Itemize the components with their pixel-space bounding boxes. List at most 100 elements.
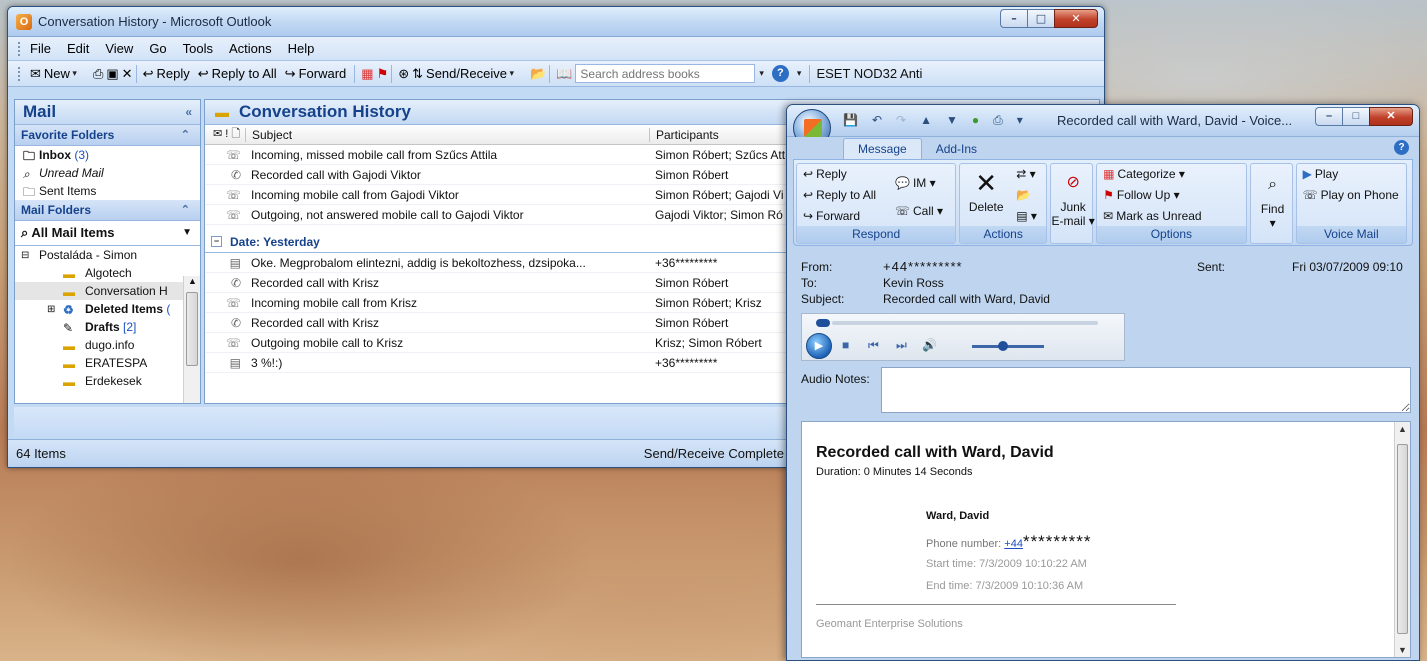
menu-file[interactable]: File (30, 41, 51, 56)
all-mail-items-selector[interactable]: ⌕ All Mail Items ▼ (15, 221, 200, 246)
reply-all-button[interactable]: ↩ Reply to All (198, 66, 277, 82)
menu-actions[interactable]: Actions (229, 41, 272, 56)
stop-icon[interactable]: ■ (842, 338, 849, 352)
expand-tree-icon[interactable]: ⊞ (47, 301, 55, 319)
ribbon-im-button[interactable]: 💬 IM ▾ (895, 176, 936, 190)
customize-qat-icon[interactable]: ▾ (1017, 113, 1023, 128)
collapse-tree-icon[interactable]: ⊟ (21, 247, 29, 265)
volume-icon[interactable]: 🔊 (922, 338, 937, 352)
delete-icon[interactable]: ✕ (122, 66, 133, 82)
other-actions-icon[interactable]: ▤ ▾ (1016, 209, 1037, 223)
reply-button[interactable]: ↩ Reply (143, 66, 190, 82)
ribbon-forward-button[interactable]: ↪ Forward (803, 209, 860, 223)
next-icon[interactable]: ⏭ (896, 338, 907, 353)
player-play-button[interactable]: ▶ (806, 333, 832, 359)
tree-folder-drafts[interactable]: ✎ Drafts [2] (15, 318, 200, 336)
menu-grip[interactable] (18, 41, 22, 56)
send-receive-button[interactable]: ⇅ Send/Receive ▾ (412, 66, 522, 82)
subject-column-header[interactable]: Subject (245, 127, 649, 142)
menu-help[interactable]: Help (288, 41, 315, 56)
mail-folders-header[interactable]: Mail Folders ⌃ (15, 200, 200, 221)
rules-icon[interactable]: ⊛ (398, 66, 409, 82)
close-button[interactable]: ✕ (1054, 9, 1098, 28)
nav-scroll-thumb[interactable] (186, 292, 198, 366)
tab-message[interactable]: Message (843, 138, 922, 159)
find-folder-icon[interactable]: 📂 (530, 66, 546, 82)
scroll-down-icon[interactable]: ▼ (1398, 645, 1407, 655)
menu-edit[interactable]: Edit (67, 41, 89, 56)
menu-tools[interactable]: Tools (183, 41, 213, 56)
search-dropdown-icon[interactable]: ▾ (759, 68, 764, 79)
ribbon-categorize-button[interactable]: ▦ Categorize ▾ (1103, 167, 1185, 181)
move-to-folder-icon[interactable]: ▣ (106, 66, 118, 82)
favorite-inbox[interactable]: 🗀 Inbox (3) (15, 146, 200, 164)
collapse-group-icon[interactable]: − (211, 236, 222, 247)
new-dropdown-icon[interactable]: ▾ (70, 68, 77, 79)
search-address-books-input[interactable] (575, 64, 756, 83)
favorite-unread-mail[interactable]: ⌕ Unread Mail (15, 164, 200, 182)
send-receive-dropdown-icon[interactable]: ▾ (507, 68, 514, 79)
ribbon-find-button[interactable]: ⌕ Find ▾ (1251, 168, 1295, 230)
eset-toolbar-label[interactable]: ESET NOD32 Anti (816, 66, 922, 81)
nav-scrollbar[interactable]: ▲ (183, 276, 200, 403)
save-icon[interactable]: 💾 (843, 113, 858, 128)
scroll-up-icon[interactable]: ▲ (188, 276, 197, 286)
move-icon[interactable]: ⇄ ▾ (1016, 167, 1035, 181)
tree-folder-dugo[interactable]: ▬ dugo.info (15, 336, 200, 354)
tab-add-ins[interactable]: Add-Ins (922, 139, 991, 159)
tree-folder-algotech[interactable]: ▬ Algotech (15, 264, 200, 282)
volume-slider[interactable] (972, 345, 1044, 348)
print-icon[interactable]: ⎙ (993, 113, 1003, 128)
scroll-up-icon[interactable]: ▲ (1398, 424, 1407, 434)
next-item-icon[interactable]: ▼ (946, 113, 958, 128)
maximize-button[interactable]: □ (1027, 9, 1054, 28)
favorite-folders-header[interactable]: Favorite Folders ⌃ (15, 125, 200, 146)
tree-folder-erdekesek[interactable]: ▬ Erdekesek (15, 372, 200, 390)
ribbon-reply-all-button[interactable]: ↩ Reply to All (803, 188, 876, 202)
tree-folder-conversation-history[interactable]: ▬ Conversation H (15, 282, 200, 300)
minimize-button[interactable]: – (1315, 107, 1342, 126)
ribbon-play-on-phone-button[interactable]: ☏ Play on Phone (1303, 188, 1399, 202)
ribbon-play-button[interactable]: ▶ Play (1303, 167, 1339, 181)
seek-knob[interactable] (816, 319, 830, 327)
help-icon[interactable]: ? (1394, 140, 1409, 155)
ribbon-junk-button[interactable]: ⊘ Junk E-mail ▾ (1051, 166, 1095, 228)
icon-columns-header[interactable]: ✉ ! 🗋 (205, 125, 245, 144)
forward-button[interactable]: ↪ Forward (285, 66, 347, 82)
send-receive-status[interactable]: Send/Receive Complete (644, 446, 784, 461)
toolbar-grip[interactable] (18, 66, 22, 81)
new-button[interactable]: ✉ New ▾ (30, 66, 85, 82)
tree-folder-deleted-items[interactable]: ⊞ ♻ Deleted Items ( (15, 300, 200, 318)
tree-mailbox-root[interactable]: ⊟ Postaláda - Simon (15, 246, 200, 264)
seek-bar[interactable] (832, 321, 1098, 325)
play-qat-icon[interactable]: ● (972, 113, 979, 128)
ribbon-follow-up-button[interactable]: ⚑ Follow Up ▾ (1103, 188, 1179, 202)
collapse-nav-icon[interactable]: « (185, 105, 192, 119)
favorite-sent-items[interactable]: 🗀 Sent Items (15, 182, 200, 200)
ribbon-mark-unread-button[interactable]: ✉ Mark as Unread (1103, 209, 1201, 223)
menu-view[interactable]: View (105, 41, 133, 56)
redo-icon[interactable]: ↷ (896, 113, 906, 128)
close-button[interactable]: ✕ (1369, 107, 1413, 126)
to-value[interactable]: Kevin Ross (883, 276, 944, 290)
toolbar-options-icon[interactable]: ▾ (797, 68, 802, 79)
address-book-icon[interactable]: 📖 (556, 66, 572, 82)
audio-notes-field[interactable] (881, 367, 1411, 413)
previous-icon[interactable]: ⏮ (868, 338, 879, 353)
print-icon[interactable]: ⎙ (93, 66, 103, 82)
maximize-button[interactable]: □ (1342, 107, 1369, 126)
ribbon-reply-button[interactable]: ↩ Reply (803, 167, 847, 181)
body-scroll-thumb[interactable] (1397, 444, 1408, 634)
undo-icon[interactable]: ↶ (872, 113, 882, 128)
categorize-icon[interactable]: ▦ (361, 66, 373, 82)
previous-item-icon[interactable]: ▲ (920, 113, 932, 128)
chevron-up-icon[interactable]: ⌃ (181, 203, 190, 216)
ribbon-delete-button[interactable]: ✕ Delete (964, 166, 1008, 214)
message-titlebar[interactable]: 💾 ↶ ↷ ▲ ▼ ● ⎙ ▾ Recorded call with Ward,… (787, 105, 1419, 147)
ribbon-call-button[interactable]: ☏ Call ▾ (895, 204, 943, 218)
follow-up-flag-icon[interactable]: ⚑ (377, 66, 389, 82)
body-scrollbar[interactable]: ▲ ▼ (1394, 422, 1410, 657)
minimize-button[interactable]: – (1000, 9, 1027, 28)
menu-go[interactable]: Go (149, 41, 166, 56)
phone-number-link[interactable]: +44 (1004, 538, 1023, 550)
